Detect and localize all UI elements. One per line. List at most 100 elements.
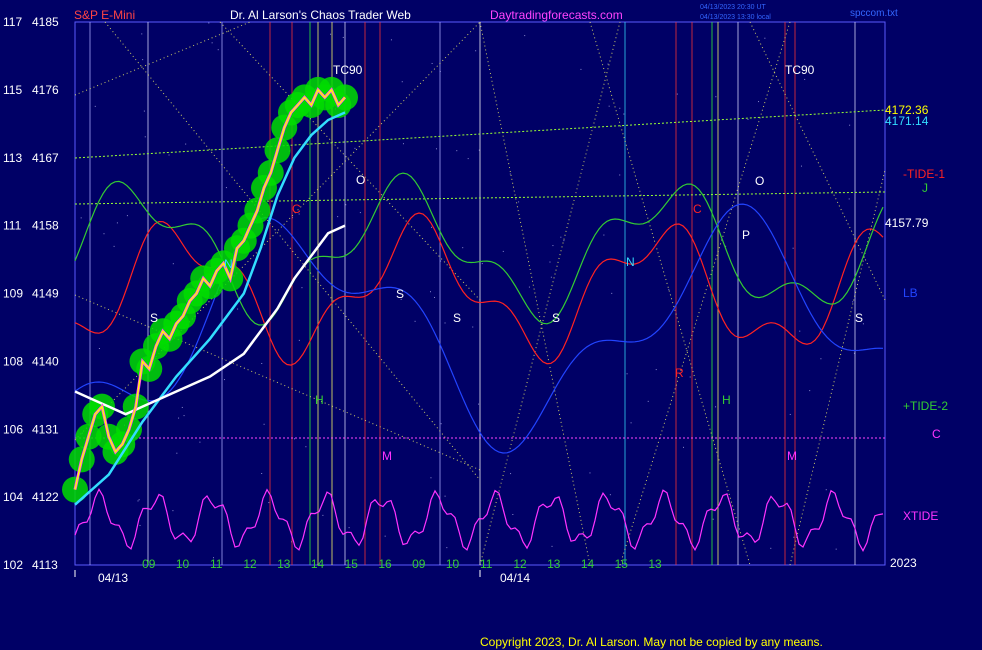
chart-canvas: TC90 TC90 N N S S S S S C C O O P R H H M M 117 4185 115 4176… [3,4,948,649]
marker-label: H [315,393,324,407]
x-tick-label: 10 [176,557,190,571]
star-dot [126,215,128,217]
star-dot [172,263,174,265]
star-dot [225,187,227,189]
star-dot [549,261,551,263]
star-dot [444,495,446,497]
star-dot [472,326,474,328]
star-dot [809,390,811,392]
star-dot [609,494,611,496]
y-tick-right: 4158 [32,219,59,233]
date-label: 04/13 [98,571,128,585]
right-label: +TIDE-2 [903,399,948,413]
star-dot [401,81,403,83]
star-dot [359,212,361,214]
star-dot [689,376,691,378]
star-dot [619,107,621,109]
star-dot [211,42,213,44]
star-dot [176,452,178,454]
x-tick-label: 12 [513,557,527,571]
star-dot [183,415,185,417]
x-tick-label: 11 [210,557,223,571]
star-dot [185,143,187,145]
star-dot [820,358,822,360]
star-dot [799,330,801,332]
site-url[interactable]: Daytradingforecasts.com [490,8,623,22]
instrument-title: S&P E-Mini [74,8,135,22]
marker-label: TC90 [333,63,363,77]
star-dot [747,118,749,120]
star-dot [668,289,670,291]
date-label: 04/14 [500,571,530,585]
star-dot [467,158,469,160]
right-label: -TIDE-1 [903,167,945,181]
diagonal-line [479,21,621,566]
y-tick-right: 4185 [32,15,59,29]
star-dot [852,301,854,303]
star-dot [429,291,431,293]
star-dot [478,403,480,405]
price-series [62,76,358,506]
star-dot [384,535,386,537]
star-dot [98,348,100,350]
star-dot [342,36,344,38]
star-dot [848,198,850,200]
star-dot [528,286,530,288]
xtide-curve [74,488,884,552]
star-dot [456,150,458,152]
y-tick-right: 4140 [32,354,59,368]
marker-label: C [693,202,702,216]
star-dot [337,216,339,218]
star-dot [647,400,649,402]
star-dot [512,513,514,515]
star-dot [293,438,295,440]
star-dot [502,250,504,252]
right-label: XTIDE [903,509,938,523]
y-tick-left: 111 [3,219,22,233]
marker-label: O [755,174,764,188]
star-dot [141,33,143,35]
star-dot [402,143,404,145]
star-dot [764,37,766,39]
diagonal-line [74,294,481,471]
copyright: Copyright 2023, Dr. Al Larson. May not b… [480,635,823,649]
star-dot [305,446,307,448]
marker-label: O [356,173,365,187]
x-tick-label: 11 [480,557,493,571]
diagonal-line [74,21,481,441]
star-dot [237,308,239,310]
star-dot [103,233,105,235]
star-dot [137,500,139,502]
marker-label: N [224,257,233,271]
star-dot [178,417,180,419]
star-dot [172,510,174,512]
y-tick-right: 4167 [32,151,59,165]
star-dot [676,93,678,95]
star-dot [619,174,621,176]
star-dot [430,477,432,479]
star-dot [446,547,448,549]
marker-label: R [675,366,684,380]
star-dot [322,514,324,516]
star-dot [298,339,300,341]
star-dot [431,226,433,228]
y-tick-right: 4131 [32,422,59,436]
star-dot [552,245,554,247]
star-dot [550,276,552,278]
star-dot [181,406,183,408]
star-dot [138,499,140,501]
star-dot [94,105,96,107]
star-dot [589,472,591,474]
star-dot [510,473,512,475]
star-dot [143,110,145,112]
star-dot [580,68,582,70]
star-dot [217,49,219,51]
star-dot [800,165,802,167]
star-dot [655,369,657,371]
star-dot [330,33,332,35]
y-tick-left: 106 [3,422,23,436]
timestamp-local: 04/13/2023 13:30 local [700,14,771,21]
x-tick-label: 12 [243,557,257,571]
right-label: LB [903,286,918,300]
y-tick-left: 109 [3,287,23,301]
